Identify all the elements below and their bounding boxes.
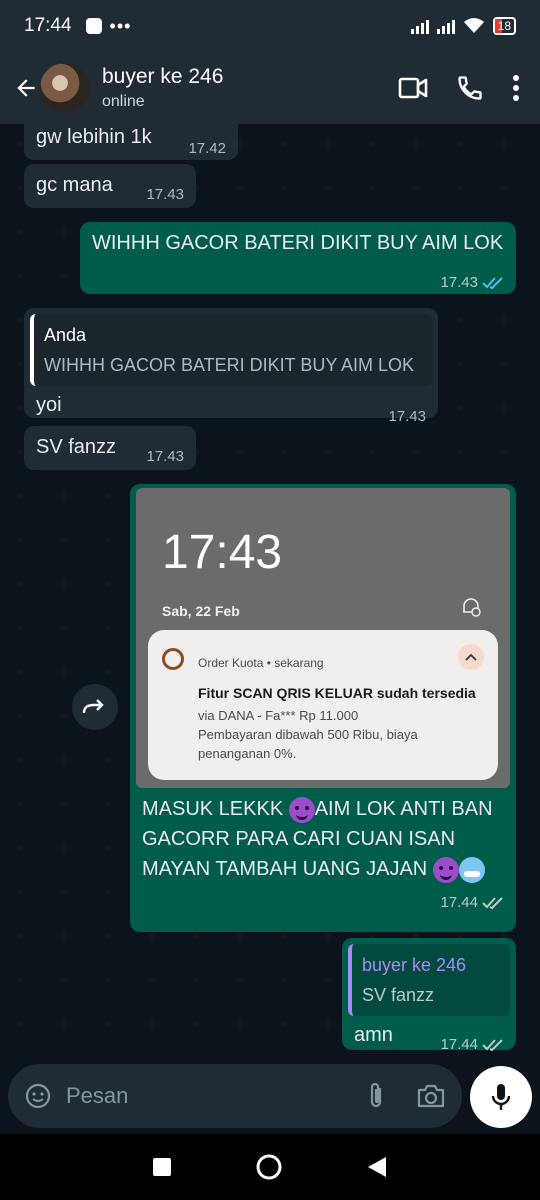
message-text: amn — [354, 1024, 393, 1046]
message-outgoing[interactable]: WIHHH GACOR BATERI DIKIT BUY AIM LOK 17.… — [80, 222, 516, 294]
quoted-text: WIHHH GACOR BATERI DIKIT BUY AIM LOK — [44, 355, 415, 375]
quoted-text: SV fanzz — [362, 985, 435, 1005]
message-time: 17.43 — [146, 448, 184, 465]
attach-icon[interactable] — [366, 1081, 386, 1111]
message-time: 17.43 — [440, 274, 478, 291]
quoted-sender: buyer ke 246 — [362, 955, 467, 975]
recents-icon[interactable] — [152, 1157, 172, 1177]
more-notifications-icon: ••• — [109, 15, 132, 36]
battery-level: 18 — [497, 19, 511, 33]
message-composer — [8, 1064, 462, 1128]
contact-name: buyer ke 246 — [102, 65, 224, 88]
notification-title: Fitur SCAN QRIS KELUAR sudah tersedia — [198, 685, 476, 701]
voice-message-button[interactable] — [470, 1066, 532, 1128]
lockscreen-date: Sab, 22 Feb — [162, 603, 240, 619]
message-input[interactable] — [66, 1083, 336, 1109]
message-time: 17.44 — [440, 1036, 478, 1053]
message-incoming[interactable]: gc mana 17.43 — [24, 164, 196, 208]
quoted-message[interactable]: Anda WIHHH GACOR BATERI DIKIT BUY AIM LO… — [30, 314, 432, 386]
message-text: gc mana — [36, 174, 113, 196]
message-text: SV fanzz — [36, 436, 117, 458]
message-text: WIHHH GACOR BATERI DIKIT BUY AIM LOK — [92, 232, 504, 254]
more-options-icon[interactable] — [512, 74, 520, 102]
notification-icon — [85, 18, 102, 34]
alarm-icon — [463, 598, 481, 617]
avatar[interactable] — [40, 63, 90, 113]
back-nav-icon[interactable] — [366, 1155, 388, 1179]
system-nav-bar — [0, 1134, 540, 1200]
home-icon[interactable] — [255, 1153, 283, 1181]
message-time: 17.43 — [146, 186, 184, 203]
message-text: yoi — [36, 394, 62, 416]
smiling-devil-emoji-icon — [288, 796, 315, 823]
message-outgoing-image[interactable]: 17:43 Sab, 22 Feb Order Kuota • sekarang… — [130, 484, 516, 932]
battery-icon: 18 — [492, 17, 516, 35]
wifi-icon — [463, 18, 484, 33]
signal-icon-1 — [410, 18, 429, 34]
cold-face-emoji-icon — [458, 856, 485, 883]
message-time: 17.44 — [440, 894, 478, 911]
notification-line: via DANA - Fa*** Rp 11.000 — [198, 708, 359, 723]
notification-card: Order Kuota • sekarang Fitur SCAN QRIS K… — [148, 630, 498, 780]
message-text: gw lebihin 1k — [36, 126, 152, 148]
chat-header: buyer ke 246 online — [0, 52, 540, 124]
message-time: 17.43 — [388, 408, 426, 425]
video-call-icon[interactable] — [398, 75, 428, 101]
message-incoming-reply[interactable]: Anda WIHHH GACOR BATERI DIKIT BUY AIM LO… — [24, 308, 438, 425]
mic-icon — [491, 1084, 511, 1110]
notification-line: Pembayaran dibawah 500 Ribu, biaya penan… — [198, 727, 418, 761]
delivered-ticks-icon — [482, 1039, 503, 1052]
status-bar: 17:44 ••• 18 — [0, 0, 540, 52]
chevron-up-icon — [458, 644, 484, 670]
message-time: 17.42 — [188, 140, 226, 157]
quoted-sender: Anda — [44, 325, 87, 345]
screenshot-image[interactable]: 17:43 Sab, 22 Feb Order Kuota • sekarang… — [136, 488, 510, 788]
message-incoming[interactable]: gw lebihin 1k 17.42 — [24, 124, 238, 160]
message-incoming[interactable]: SV fanzz 17.43 — [24, 426, 196, 470]
contact-info[interactable]: buyer ke 246 online — [102, 65, 223, 111]
delivered-ticks-icon — [482, 897, 503, 910]
read-ticks-icon — [482, 277, 503, 290]
message-outgoing-reply[interactable]: buyer ke 246 SV fanzz amn 17.44 — [342, 938, 516, 1053]
sticker-icon[interactable] — [24, 1082, 52, 1110]
quoted-message[interactable]: buyer ke 246 SV fanzz — [348, 944, 510, 1016]
contact-status: online — [102, 93, 145, 110]
smiling-devil-emoji-icon — [432, 856, 459, 883]
forward-button[interactable] — [72, 684, 118, 730]
signal-icon-2 — [436, 18, 455, 34]
back-arrow-icon — [17, 79, 35, 97]
forward-icon — [82, 699, 104, 714]
chat-area[interactable]: gw lebihin 1k 17.42 gc mana 17.43 WIHHH … — [0, 124, 540, 1064]
status-time: 17:44 — [24, 15, 72, 36]
order-kuota-app-icon — [162, 648, 184, 670]
voice-call-icon[interactable] — [456, 74, 484, 102]
message-caption: MASUK LEKKK — [142, 798, 289, 820]
lockscreen-time: 17:43 — [162, 526, 283, 579]
notification-app: Order Kuota • sekarang — [198, 656, 324, 670]
camera-icon[interactable] — [416, 1083, 446, 1109]
